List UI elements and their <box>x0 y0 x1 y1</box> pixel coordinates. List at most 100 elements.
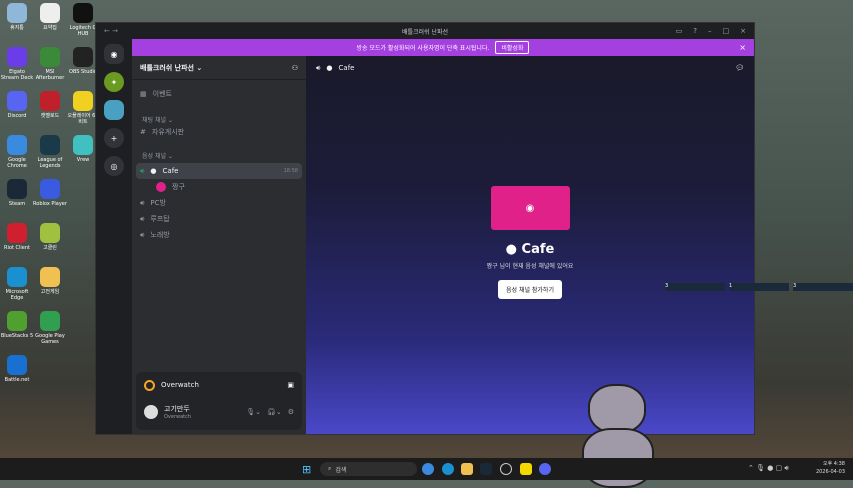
microphone-icon[interactable]: 🎙︎⌄ <box>246 408 261 416</box>
desktop-icon[interactable]: 요약집 <box>33 3 67 31</box>
voice-channel-cafe[interactable]: 🔊︎ ● Cafe 18:58 <box>136 163 302 179</box>
server-rail: ◉ ✦ + ◎ <box>96 39 132 434</box>
tray-icons[interactable]: ⌃ 🎙︎ ● ▢ 🔊︎ <box>748 464 789 473</box>
discover-icon[interactable]: ◎ <box>104 156 124 176</box>
chat-icon[interactable]: 💬︎ <box>735 64 744 72</box>
desktop-icon[interactable]: Discord <box>0 91 34 119</box>
app-icon <box>40 3 60 23</box>
desktop-icon[interactable]: MSI Afterburner <box>33 47 67 81</box>
discord-home-icon[interactable]: ◉ <box>104 44 124 64</box>
headphones-icon[interactable]: 🎧︎⌄ <box>267 408 282 416</box>
voice-category[interactable]: 음성 채널 ⌄ <box>132 146 306 160</box>
window-title: 배틀크러쉬 난파선 <box>401 28 449 36</box>
avatar <box>156 182 166 192</box>
app-icon <box>40 267 60 287</box>
desktop-icon[interactable]: Steam <box>0 179 34 207</box>
desktop-icon-label: 요약집 <box>43 25 57 31</box>
voice-channel[interactable]: 🔊︎ 노래방 <box>132 227 306 243</box>
file-explorer-icon[interactable] <box>461 463 473 475</box>
desktop-icon[interactable]: BlueStacks 5 <box>0 311 34 339</box>
activity-row[interactable]: Overwatch ▣ <box>136 372 302 398</box>
settings-icon[interactable]: ⚙ <box>288 408 294 416</box>
search-icon: ⌕ <box>328 465 332 472</box>
edge-icon[interactable] <box>442 463 454 475</box>
banner-text: 방송 모드가 활성화되어 사용자명이 단축 표시됩니다. <box>356 45 490 52</box>
screen-share-icon[interactable]: ▣ <box>287 381 294 389</box>
desktop-icon-label: Riot Client <box>4 245 30 251</box>
speaker-icon: 🔊︎ <box>140 198 145 207</box>
desktop-icon-label: Elgato Stream Deck <box>0 69 34 81</box>
user-row: 고기만두 Overwatch 🎙︎⌄ 🎧︎⌄ ⚙ <box>136 398 302 426</box>
desktop-icon-label: Steam <box>8 201 26 207</box>
app-icon <box>7 3 27 23</box>
desktop-icon[interactable]: Microsoft Edge <box>0 267 34 301</box>
invite-icon[interactable]: ⚇ <box>292 64 298 72</box>
app-icon <box>7 135 27 155</box>
text-channel[interactable]: # 자유게시판 <box>132 124 306 140</box>
channel-title: Cafe <box>338 64 355 72</box>
steam-icon[interactable] <box>480 463 492 475</box>
speaker-icon: 🔊︎ <box>140 214 145 223</box>
server-header[interactable]: 배틀크러쉬 난파선 ⌄ ⚇ <box>132 56 306 80</box>
app-icon <box>73 47 93 67</box>
channel-name: Cafe <box>162 167 179 175</box>
date: 2026-04-03 <box>815 468 845 475</box>
close-icon[interactable]: × <box>739 43 746 52</box>
app-icon <box>7 267 27 287</box>
overlay-count: 1 <box>729 283 789 291</box>
add-server-icon[interactable]: + <box>104 128 124 148</box>
desktop-icon[interactable]: League of Legends <box>33 135 67 169</box>
avatar[interactable] <box>144 405 158 419</box>
nav-arrows[interactable]: ← → <box>104 27 118 35</box>
start-icon[interactable]: ⊞ <box>302 463 311 476</box>
channel-name: 루프탑 <box>150 215 170 223</box>
desktop-icon[interactable]: 캣멜로드 <box>33 91 67 119</box>
overlay-count: 3 <box>793 283 853 291</box>
coffee-icon: ● <box>150 167 157 175</box>
desktop-icon[interactable]: Battle.net <box>0 355 34 383</box>
join-voice-button[interactable]: 음성 채널 참가하기 <box>498 280 562 299</box>
close-button[interactable]: × <box>740 27 746 35</box>
events-item[interactable]: ▦ 이벤트 <box>132 86 306 102</box>
voice-member[interactable]: 짱구 <box>132 179 306 195</box>
maximize-button[interactable]: □ <box>723 27 730 35</box>
user-panel: Overwatch ▣ 고기만두 Overwatch 🎙︎⌄ 🎧︎⌄ ⚙ <box>136 372 302 430</box>
desktop-icon-label: Google Play Games <box>35 333 65 345</box>
desktop-icon[interactable]: Elgato Stream Deck <box>0 47 34 81</box>
app-icon <box>40 179 60 199</box>
disable-button[interactable]: 비활성화 <box>495 41 530 54</box>
clock[interactable]: 오후 4:38 2026-04-03 <box>816 461 845 476</box>
voice-channel[interactable]: 🔊︎ PC방 <box>132 195 306 211</box>
desktop-icon-label: BlueStacks 5 <box>0 333 34 339</box>
desktop-icon[interactable]: 고전게임 <box>33 267 67 295</box>
app-icon <box>7 311 27 331</box>
speaker-icon: 🔊︎ <box>140 230 145 239</box>
calendar-icon: ▦ <box>140 90 147 98</box>
desktop-icon[interactable]: 휴지통 <box>0 3 34 31</box>
server-name: 배틀크러쉬 난파선 ⌄ <box>140 63 203 72</box>
kakaotalk-icon[interactable] <box>520 463 532 475</box>
discord-taskbar-icon[interactable] <box>539 463 551 475</box>
overwatch-icon <box>144 379 155 391</box>
inbox-icon[interactable]: ▭ <box>676 27 683 35</box>
clock-app-icon[interactable] <box>500 463 512 475</box>
desktop-icon[interactable]: 고클린 <box>33 223 67 251</box>
coffee-icon: ● <box>326 64 333 72</box>
voice-channel[interactable]: 🔊︎ 루프탑 <box>132 211 306 227</box>
desktop-icon[interactable]: Google Chrome <box>0 135 34 169</box>
server-icon-active[interactable] <box>104 100 124 120</box>
desktop-icon[interactable]: Google Play Games <box>33 311 67 345</box>
search-box[interactable]: ⌕ 검색 <box>320 462 417 476</box>
title-bar: ← → 배틀크러쉬 난파선 ▭? – □ × <box>96 23 754 39</box>
app-icon <box>7 223 27 243</box>
minimize-button[interactable]: – <box>708 27 712 35</box>
chrome-icon[interactable] <box>422 463 434 475</box>
desktop-icon[interactable]: Roblox Player <box>33 179 67 207</box>
desktop-icon-label: Roblox Player <box>33 201 67 207</box>
desktop-icon[interactable]: Riot Client <box>0 223 34 251</box>
app-icon <box>40 135 60 155</box>
server-icon[interactable]: ✦ <box>104 72 124 92</box>
app-icon <box>40 91 60 111</box>
text-category[interactable]: 채팅 채널 ⌄ <box>132 110 306 124</box>
help-icon[interactable]: ? <box>693 27 697 35</box>
